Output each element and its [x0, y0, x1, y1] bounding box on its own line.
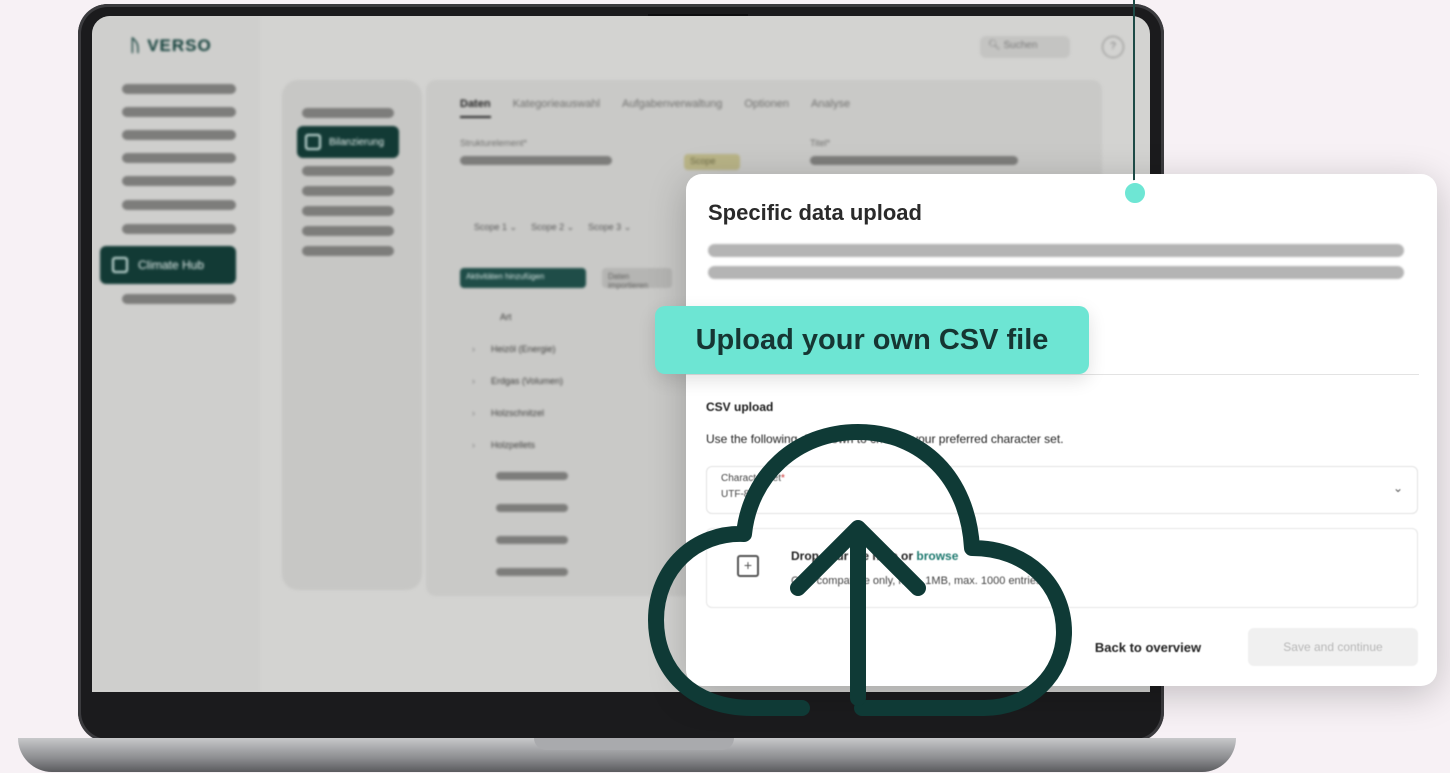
dialog-description-line — [708, 244, 1404, 257]
app-sidebar: ᚢ VERSO Climate Hub — [92, 16, 260, 692]
chevron-right-icon: › — [472, 440, 475, 450]
sidebar-item[interactable] — [122, 130, 236, 140]
verso-logo[interactable]: ᚢ VERSO — [130, 36, 212, 56]
sidebar-item[interactable] — [122, 176, 236, 186]
cloud-upload-icon — [648, 424, 1072, 716]
dialog-title: Specific data upload — [708, 200, 922, 225]
tab-daten[interactable]: Daten — [460, 98, 491, 118]
subnav-item[interactable] — [302, 226, 394, 236]
save-and-continue-button[interactable]: Save and continue — [1248, 628, 1418, 666]
title-field-label: Titel* — [810, 138, 831, 148]
sidebar-item-climate-hub[interactable]: Climate Hub — [100, 246, 236, 284]
grid-icon — [112, 257, 128, 273]
tab-optionen[interactable]: Optionen — [744, 98, 789, 118]
subnav-item[interactable] — [302, 186, 394, 196]
divider — [686, 374, 1419, 375]
sidebar-item[interactable] — [122, 84, 236, 94]
subnav-item[interactable] — [302, 166, 394, 176]
add-activity-button[interactable]: Aktivitäten hinzufügen — [460, 268, 586, 288]
scope-3-dropdown[interactable]: Scope 3 ⌄ — [588, 222, 631, 233]
search-placeholder: Suchen — [1003, 40, 1038, 51]
logo-text: VERSO — [147, 36, 212, 55]
help-button[interactable]: ? — [1102, 36, 1124, 58]
chevron-right-icon: › — [472, 408, 475, 418]
dialog-description-line — [708, 266, 1404, 279]
subnav-item[interactable] — [302, 206, 394, 216]
subnav-item-bilanzierung[interactable]: Bilanzierung — [297, 126, 399, 158]
tab-kategorieauswahl[interactable]: Kategorieauswahl — [513, 98, 600, 118]
tab-analyse[interactable]: Analyse — [811, 98, 850, 118]
document-icon — [305, 134, 321, 150]
chevron-down-icon: ⌄ — [1392, 481, 1403, 495]
search-icon: 🔍︎ — [988, 40, 1004, 51]
upload-arrow — [790, 520, 926, 706]
scope-2-dropdown[interactable]: Scope 2 ⌄ — [531, 222, 574, 233]
callout-dot — [1122, 180, 1148, 206]
tree-row[interactable]: › Holzschnitzel — [472, 408, 544, 418]
chevron-right-icon: › — [472, 344, 475, 354]
structure-field-value[interactable] — [460, 156, 612, 165]
laptop-opening-lip — [534, 738, 734, 750]
sidebar-item[interactable] — [122, 294, 236, 304]
tab-bar: Daten Kategorieauswahl Aufgabenverwaltun… — [460, 98, 850, 118]
tree-row[interactable]: › Holzpellets — [472, 440, 535, 450]
callout-connector-line — [1133, 0, 1135, 186]
title-field-value[interactable] — [810, 156, 1018, 165]
sidebar-item-label: Climate Hub — [138, 258, 205, 272]
subnav-item-label: Bilanzierung — [329, 136, 385, 148]
subnav-item[interactable] — [302, 108, 394, 118]
search-input[interactable]: 🔍︎ Suchen — [980, 36, 1070, 58]
sidebar-item[interactable] — [122, 224, 236, 234]
sidebar-item[interactable] — [122, 200, 236, 210]
subnav-item[interactable] — [302, 246, 394, 256]
import-data-button[interactable]: Daten importieren — [602, 268, 672, 290]
sidebar-item[interactable] — [122, 153, 236, 163]
scope-filter-row: Scope 1 ⌄ Scope 2 ⌄ Scope 3 ⌄ — [474, 222, 631, 233]
chevron-right-icon: › — [472, 376, 475, 386]
tree-row[interactable] — [496, 536, 568, 544]
structure-field-label: Strukturelement* — [460, 138, 528, 148]
tree-row[interactable]: › Erdgas (Volumen) — [472, 376, 563, 386]
scope-badge: Scope — [684, 154, 740, 170]
tree-row[interactable] — [496, 472, 568, 480]
tree-row[interactable] — [496, 568, 568, 576]
tab-aufgabenverwaltung[interactable]: Aufgabenverwaltung — [622, 98, 722, 118]
sidebar-item[interactable] — [122, 107, 236, 117]
verso-logo-icon: ᚢ — [130, 36, 142, 55]
tree-header: Art — [500, 312, 512, 322]
callout-label: Upload your own CSV file — [655, 306, 1089, 374]
tree-row[interactable]: › Heizöl (Energie) — [472, 344, 556, 354]
scope-1-dropdown[interactable]: Scope 1 ⌄ — [474, 222, 517, 233]
laptop-base — [18, 738, 1236, 772]
tree-row[interactable] — [496, 504, 568, 512]
